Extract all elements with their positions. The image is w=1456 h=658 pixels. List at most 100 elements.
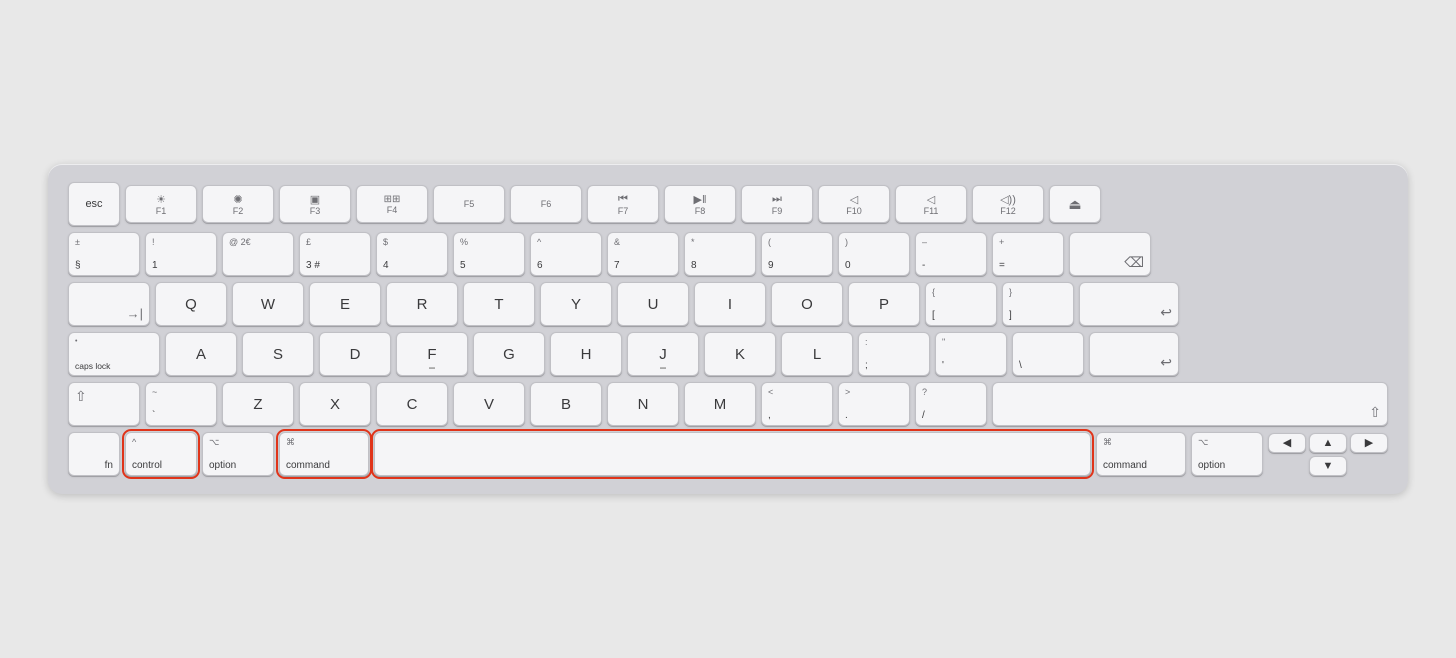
equals-top: + [999, 238, 1004, 248]
key-period[interactable]: > . [838, 382, 910, 426]
key-2[interactable]: @ 2€ [222, 232, 294, 276]
key-option-left[interactable]: ⌥ option [202, 432, 274, 476]
e-label: E [340, 296, 350, 313]
key-6[interactable]: ^ 6 [530, 232, 602, 276]
key-3[interactable]: £ 3 # [299, 232, 371, 276]
key-tilde[interactable]: ~ ` [145, 382, 217, 426]
key-4[interactable]: $ 4 [376, 232, 448, 276]
key-return[interactable]: ↩ [1079, 282, 1179, 326]
key-f8[interactable]: ▶‖ F8 [664, 185, 736, 223]
key3-top: £ [306, 238, 311, 248]
key-slash[interactable]: ? / [915, 382, 987, 426]
minus-top: – [922, 238, 927, 248]
cmd-right-sym: ⌘ [1103, 438, 1112, 448]
key-r[interactable]: R [386, 282, 458, 326]
key-i[interactable]: I [694, 282, 766, 326]
key-f5[interactable]: F5 [433, 185, 505, 223]
key-f4[interactable]: ⊞⊞ F4 [356, 185, 428, 223]
key-eject[interactable]: ⏏ [1049, 185, 1101, 223]
key-c[interactable]: C [376, 382, 448, 426]
key-8[interactable]: * 8 [684, 232, 756, 276]
key-backslash[interactable]: \ [1012, 332, 1084, 376]
key-capslock[interactable]: • caps lock [68, 332, 160, 376]
key-f3[interactable]: ▣ F3 [279, 185, 351, 223]
key-y[interactable]: Y [540, 282, 612, 326]
key-f[interactable]: F ▬ [396, 332, 468, 376]
key-tab[interactable]: →| [68, 282, 150, 326]
key-o[interactable]: O [771, 282, 843, 326]
key-f7[interactable]: ⏮ F7 [587, 185, 659, 223]
key-a[interactable]: A [165, 332, 237, 376]
key-f11[interactable]: ◁ F11 [895, 185, 967, 223]
key-t[interactable]: T [463, 282, 535, 326]
up-down-arrows: ▲ ▼ [1309, 433, 1347, 476]
key-w[interactable]: W [232, 282, 304, 326]
key-control[interactable]: ^ control [125, 432, 197, 476]
key-f9[interactable]: ⏭ F9 [741, 185, 813, 223]
key-close-bracket[interactable]: } ] [1002, 282, 1074, 326]
key-1[interactable]: ! 1 [145, 232, 217, 276]
h-label: H [581, 346, 592, 363]
key-arrow-up[interactable]: ▲ [1309, 433, 1347, 453]
key-comma[interactable]: < , [761, 382, 833, 426]
key-k[interactable]: K [704, 332, 776, 376]
key-0[interactable]: ) 0 [838, 232, 910, 276]
fn-label: fn [105, 460, 113, 471]
key-f6[interactable]: F6 [510, 185, 582, 223]
key-l[interactable]: L [781, 332, 853, 376]
key-arrow-down[interactable]: ▼ [1309, 456, 1347, 476]
key-backspace[interactable]: ⌫ [1069, 232, 1151, 276]
key-x[interactable]: X [299, 382, 371, 426]
key-d[interactable]: D [319, 332, 391, 376]
key-h[interactable]: H [550, 332, 622, 376]
key-f1[interactable]: ☀ F1 [125, 185, 197, 223]
period-bottom: . [845, 410, 848, 421]
key-command-left[interactable]: ⌘ command [279, 432, 369, 476]
key-7[interactable]: & 7 [607, 232, 679, 276]
key-v[interactable]: V [453, 382, 525, 426]
bottom-row: fn ^ control ⌥ option ⌘ command ⌘ comman… [68, 432, 1388, 476]
f2-label: F2 [233, 206, 244, 216]
f7-icon: ⏮ [618, 193, 628, 206]
key-m[interactable]: M [684, 382, 756, 426]
key-option-right[interactable]: ⌥ option [1191, 432, 1263, 476]
key8-top: * [691, 238, 695, 248]
key-g[interactable]: G [473, 332, 545, 376]
key-esc[interactable]: esc [68, 182, 120, 226]
key-f10[interactable]: ◁ F10 [818, 185, 890, 223]
key-z[interactable]: Z [222, 382, 294, 426]
key-quote[interactable]: " ' [935, 332, 1007, 376]
key-arrow-left[interactable]: ◀ [1268, 433, 1306, 453]
key-fn[interactable]: fn [68, 432, 120, 476]
key-space[interactable] [374, 432, 1091, 476]
key-f2[interactable]: ✺ F2 [202, 185, 274, 223]
key-j[interactable]: J ▬ [627, 332, 699, 376]
key-5[interactable]: % 5 [453, 232, 525, 276]
key-return-wide[interactable]: ↩ [1089, 332, 1179, 376]
key-command-right[interactable]: ⌘ command [1096, 432, 1186, 476]
return-icon: ↩ [1160, 304, 1172, 321]
z-label: Z [253, 396, 262, 413]
arrow-up-icon: ▲ [1323, 437, 1334, 449]
key-b[interactable]: B [530, 382, 602, 426]
key-minus[interactable]: – - [915, 232, 987, 276]
key-open-bracket[interactable]: { [ [925, 282, 997, 326]
key-equals[interactable]: + = [992, 232, 1064, 276]
key-u[interactable]: U [617, 282, 689, 326]
key-s[interactable]: S [242, 332, 314, 376]
key-9[interactable]: ( 9 [761, 232, 833, 276]
key-n[interactable]: N [607, 382, 679, 426]
f9-label: F9 [772, 206, 783, 216]
key-arrow-right[interactable]: ▶ [1350, 433, 1388, 453]
key-shift-left[interactable]: ⇧ [68, 382, 140, 426]
key-f12[interactable]: ◁)) F12 [972, 185, 1044, 223]
key9-bottom: 9 [768, 260, 774, 271]
key-e[interactable]: E [309, 282, 381, 326]
key1-bottom: 1 [152, 260, 158, 271]
key-p[interactable]: P [848, 282, 920, 326]
key-section[interactable]: ± § [68, 232, 140, 276]
q-label: Q [185, 296, 197, 313]
key-semicolon[interactable]: : ; [858, 332, 930, 376]
key-shift-right[interactable]: ⇧ [992, 382, 1388, 426]
key-q[interactable]: Q [155, 282, 227, 326]
